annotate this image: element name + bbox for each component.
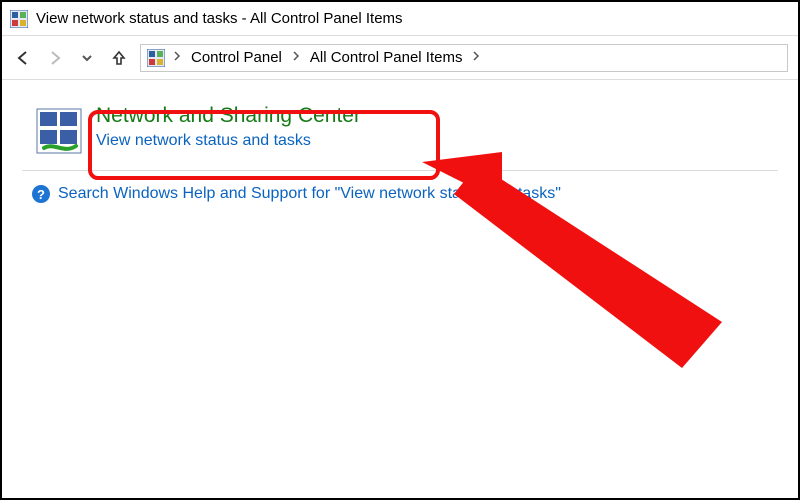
- forward-button[interactable]: [44, 47, 66, 69]
- control-panel-icon: [10, 10, 28, 28]
- result-subtitle-link[interactable]: View network status and tasks: [96, 132, 361, 150]
- network-sharing-center-icon: [36, 108, 82, 154]
- breadcrumb-control-panel[interactable]: Control Panel: [189, 49, 284, 66]
- address-bar[interactable]: Control Panel All Control Panel Items: [140, 44, 788, 72]
- search-result-item[interactable]: Network and Sharing Center View network …: [32, 98, 778, 166]
- recent-locations-dropdown[interactable]: [76, 47, 98, 69]
- navigation-toolbar: Control Panel All Control Panel Items: [2, 36, 798, 80]
- help-search-link[interactable]: ? Search Windows Help and Support for "V…: [32, 181, 778, 203]
- content-area: Network and Sharing Center View network …: [2, 80, 798, 213]
- chevron-right-icon[interactable]: [290, 51, 302, 64]
- window-title: View network status and tasks - All Cont…: [36, 10, 403, 27]
- back-button[interactable]: [12, 47, 34, 69]
- result-title-link[interactable]: Network and Sharing Center: [96, 104, 361, 128]
- breadcrumb-all-items[interactable]: All Control Panel Items: [308, 49, 465, 66]
- help-link-text: Search Windows Help and Support for "Vie…: [58, 185, 561, 203]
- chevron-right-icon[interactable]: [171, 51, 183, 64]
- divider: [22, 170, 778, 171]
- up-button[interactable]: [108, 47, 130, 69]
- help-icon: ?: [32, 185, 50, 203]
- chevron-right-icon[interactable]: [470, 51, 482, 64]
- control-panel-icon: [147, 49, 165, 67]
- window-titlebar: View network status and tasks - All Cont…: [2, 2, 798, 36]
